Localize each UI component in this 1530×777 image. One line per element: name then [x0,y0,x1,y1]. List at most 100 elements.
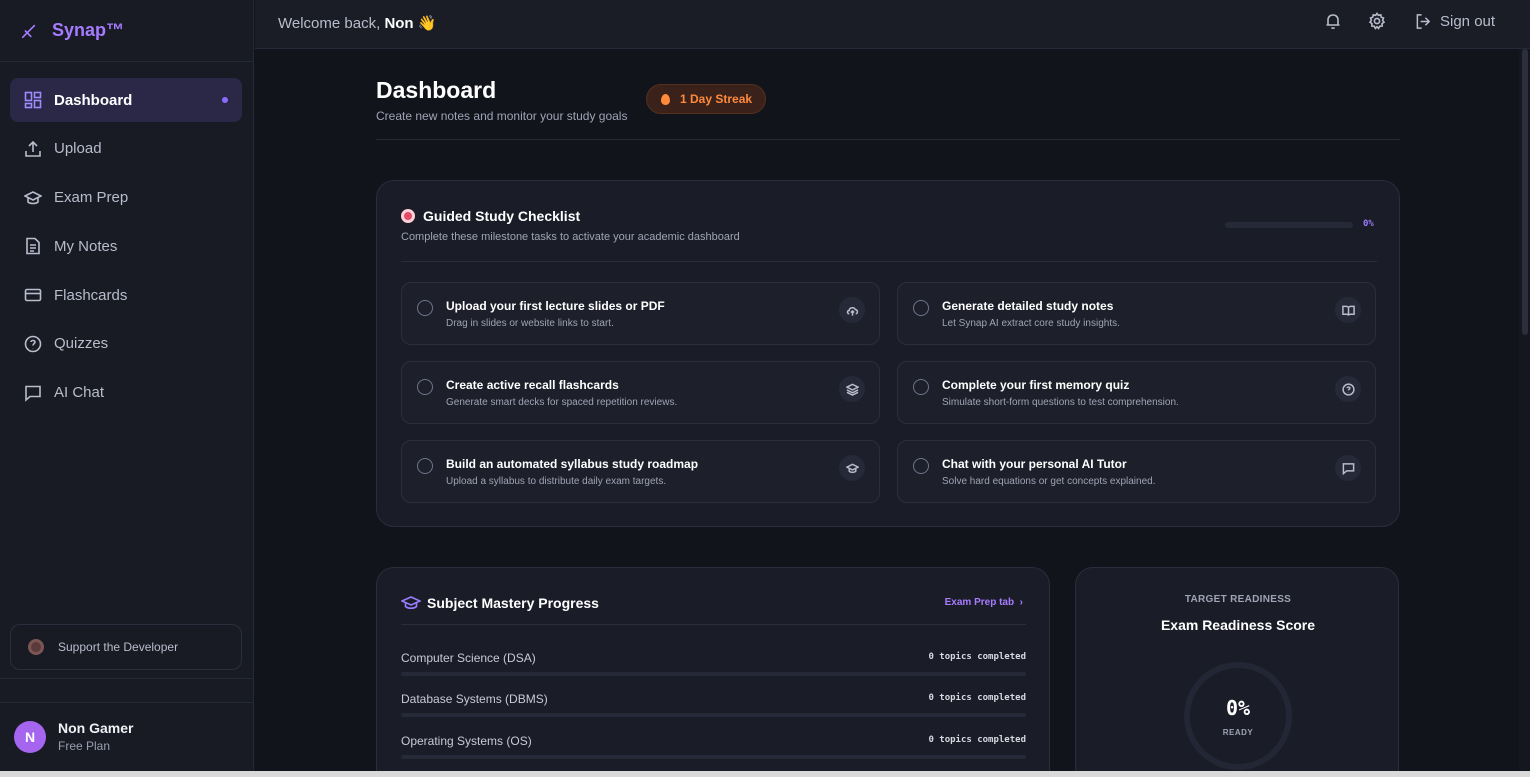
grid-icon [24,91,42,109]
file-text-icon [26,238,40,255]
main-scrollbar[interactable] [1519,49,1530,771]
user-profile[interactable]: N Non Gamer Free Plan [14,720,133,753]
subject-progress-bar [401,713,1026,717]
sidebar-item-quizzes[interactable]: Quizzes [10,322,242,366]
task-description: Drag in slides or website links to start… [446,318,614,329]
divider [376,139,1400,140]
avatar: N [14,720,46,753]
subject-mastery-card: Subject Mastery Progress Exam Prep tab ›… [376,567,1050,777]
coffee-icon [28,639,44,655]
task-description: Upload a syllabus to distribute daily ex… [446,476,667,487]
guided-study-checklist: Guided Study Checklist Complete these mi… [376,180,1400,527]
sidebar-nav: Dashboard Upload Exam Prep My Notes Flas… [10,78,242,420]
graduation-cap-icon [401,596,421,610]
welcome-prefix: Welcome back, [278,15,381,32]
checklist-progress-label: 0% [1363,219,1374,229]
credit-card-icon [24,288,42,302]
subject-count: 0 topics completed [928,652,1026,662]
mastery-title-text: Subject Mastery Progress [427,595,599,611]
sidebar-item-label: Quizzes [54,335,109,353]
page-subtitle: Create new notes and monitor your study … [376,109,628,123]
task-create-flashcards[interactable]: Create active recall flashcards Generate… [401,361,880,424]
sidebar-item-label: Exam Prep [54,189,129,207]
task-chat-tutor[interactable]: Chat with your personal AI Tutor Solve h… [897,440,1376,503]
gear-icon [1368,12,1386,30]
task-description: Simulate short-form questions to test co… [942,397,1179,408]
task-checkbox[interactable] [913,379,929,395]
support-developer-button[interactable]: Support the Developer [10,624,242,670]
wave-icon: 👋 [417,15,437,32]
task-checkbox[interactable] [913,458,929,474]
exam-prep-tab-link[interactable]: Exam Prep tab › [945,597,1023,608]
message-square-icon [1335,455,1361,481]
readiness-caption: READY [1222,728,1254,737]
support-label: Support the Developer [58,640,179,654]
upload-cloud-icon [839,297,865,323]
brand[interactable]: Synap™ [0,0,254,62]
checklist-progress-bar [1225,222,1353,228]
task-title: Build an automated syllabus study roadma… [446,457,699,471]
task-description: Solve hard equations or get concepts exp… [942,476,1156,487]
bell-icon [1326,14,1340,30]
task-checkbox[interactable] [417,458,433,474]
subject-row: Database Systems (DBMS) 0 topics complet… [401,692,1026,717]
logo-icon [21,24,36,38]
checklist-title-text: Guided Study Checklist [423,208,581,224]
sidebar-item-label: Upload [54,140,102,158]
divider [401,624,1026,625]
log-out-icon [1416,14,1431,29]
flame-icon [661,93,670,105]
task-generate-notes[interactable]: Generate detailed study notes Let Synap … [897,282,1376,345]
sidebar-item-label: My Notes [54,237,118,255]
task-title: Chat with your personal AI Tutor [942,457,1127,471]
sidebar-item-upload[interactable]: Upload [10,127,242,171]
sidebar-item-exam-prep[interactable]: Exam Prep [10,176,242,220]
notification-button[interactable] [1324,12,1344,32]
task-build-roadmap[interactable]: Build an automated syllabus study roadma… [401,440,880,503]
task-checkbox[interactable] [417,300,433,316]
exam-readiness-card: TARGET READINESS Exam Readiness Score 0%… [1075,567,1399,777]
sidebar-item-label: Flashcards [54,286,128,304]
task-upload-slides[interactable]: Upload your first lecture slides or PDF … [401,282,880,345]
streak-label: 1 Day Streak [680,92,753,106]
sidebar-item-flashcards[interactable]: Flashcards [10,273,242,317]
task-description: Let Synap AI extract core study insights… [942,318,1120,329]
chevron-right-icon: › [1016,597,1023,608]
help-circle-icon [1335,376,1361,402]
subject-count: 0 topics completed [928,735,1026,745]
scrollbar-thumb[interactable] [1522,49,1528,335]
page-title: Dashboard [376,77,497,103]
sidebar-item-dashboard[interactable]: Dashboard [10,78,242,122]
checklist-subtitle: Complete these milestone tasks to activa… [401,231,740,243]
graduation-cap-icon [839,455,865,481]
message-square-icon [25,385,41,402]
app-root: Synap™ Dashboard Upload Exam Prep My Not… [0,0,1530,777]
readiness-eyebrow: TARGET READINESS [1184,594,1292,605]
sidebar: Synap™ Dashboard Upload Exam Prep My Not… [0,0,254,771]
sidebar-item-ai-chat[interactable]: AI Chat [10,371,242,415]
brand-name: Synap™ [52,20,125,40]
graduation-cap-icon [24,190,42,204]
subject-row: Computer Science (DSA) 0 topics complete… [401,651,1026,676]
task-complete-quiz[interactable]: Complete your first memory quiz Simulate… [897,361,1376,424]
upload-icon [25,140,41,157]
task-title: Create active recall flashcards [446,378,619,392]
sidebar-item-my-notes[interactable]: My Notes [10,224,242,268]
readiness-title: Exam Readiness Score [1160,617,1316,633]
sign-out-label: Sign out [1440,13,1496,30]
sidebar-item-label: Dashboard [54,91,133,109]
subject-count: 0 topics completed [928,693,1026,703]
task-checkbox[interactable] [913,300,929,316]
task-title: Complete your first memory quiz [942,378,1130,392]
subject-row: Operating Systems (OS) 0 topics complete… [401,734,1026,759]
divider [401,261,1377,262]
streak-badge: 1 Day Streak [646,84,767,114]
settings-button[interactable] [1368,12,1388,32]
mastery-title: Subject Mastery Progress [401,595,599,611]
sign-out-button[interactable]: Sign out [1415,13,1495,30]
exam-prep-link-label: Exam Prep tab [944,597,1015,608]
task-title: Generate detailed study notes [942,299,1114,313]
topbar: Welcome back, Non 👋 Sign out [255,0,1530,49]
user-name: Non Gamer [58,720,134,736]
task-checkbox[interactable] [417,379,433,395]
